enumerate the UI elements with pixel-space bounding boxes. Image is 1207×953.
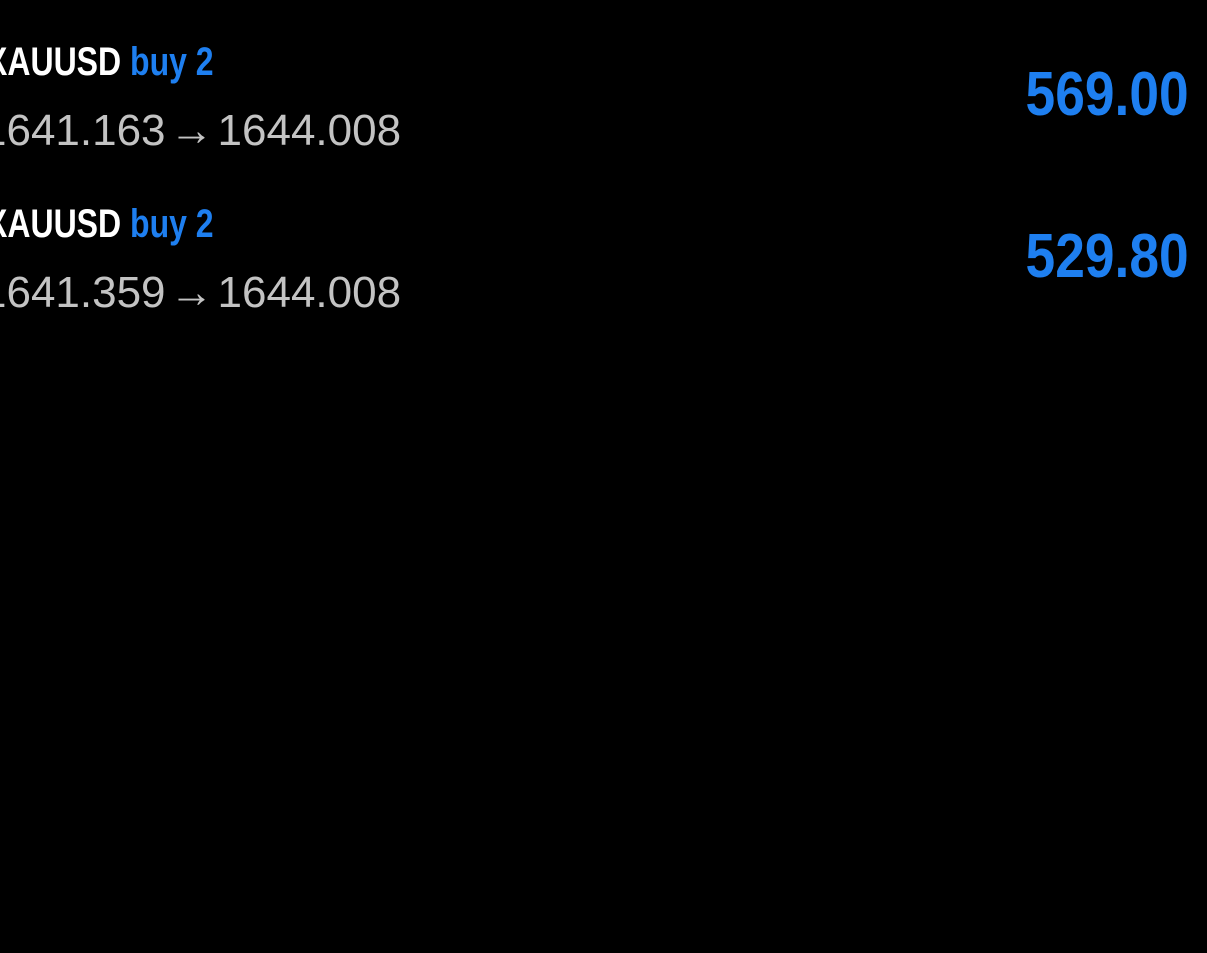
symbol-label: XAUUSD <box>0 202 122 246</box>
current-price: 1644.008 <box>217 106 402 155</box>
open-price: 1641.163 <box>0 106 166 155</box>
symbol-label: XAUUSD <box>0 40 122 84</box>
arrow-right-icon: → <box>169 268 214 317</box>
position-row[interactable]: XAUUSD buy 2 1641.163→1644.008 569.00 <box>0 0 1207 162</box>
open-price: 1641.359 <box>0 268 166 317</box>
position-title: XAUUSD buy 2 <box>0 200 214 248</box>
positions-screen: XAUUSD buy 2 1641.163→1644.008 569.00 XA… <box>0 0 1207 953</box>
order-side-label: buy 2 <box>130 202 214 246</box>
order-side-label: buy 2 <box>130 40 214 84</box>
profit-value: 529.80 <box>1025 222 1189 291</box>
position-row[interactable]: XAUUSD buy 2 1641.359→1644.008 529.80 <box>0 162 1207 324</box>
position-title: XAUUSD buy 2 <box>0 38 214 86</box>
arrow-right-icon: → <box>169 106 214 155</box>
profit-value: 569.00 <box>1025 60 1189 129</box>
current-price: 1644.008 <box>217 268 402 317</box>
price-range: 1641.163→1644.008 <box>0 106 401 156</box>
price-range: 1641.359→1644.008 <box>0 268 401 318</box>
